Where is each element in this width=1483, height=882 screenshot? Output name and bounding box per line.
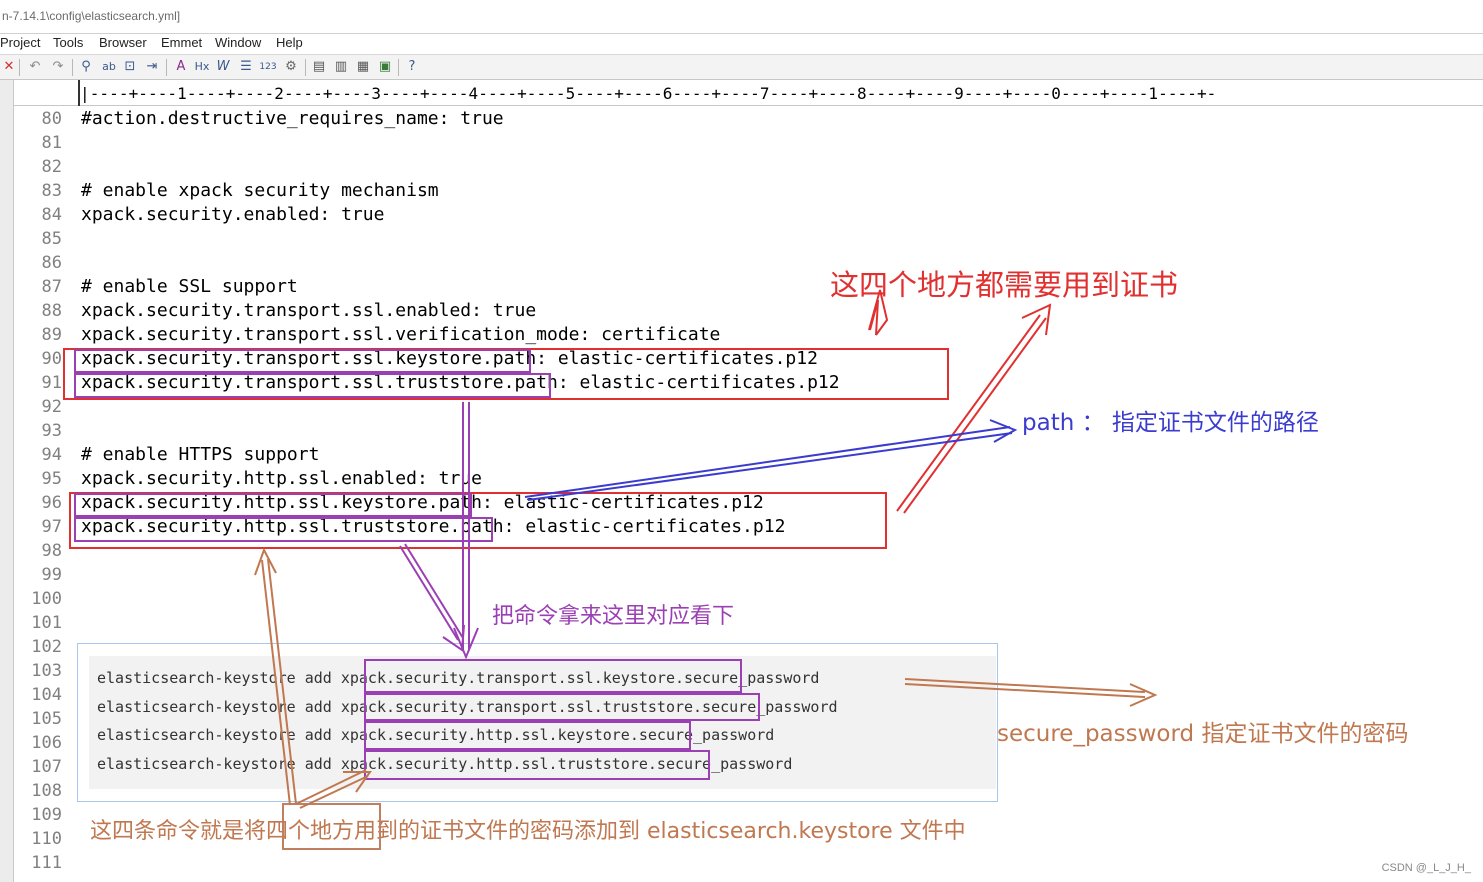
transport-truststore-highlight <box>74 373 551 398</box>
menu-window[interactable]: Window <box>215 35 261 50</box>
cmd-transport-truststore-highlight <box>364 693 760 721</box>
line-number: 98 <box>41 541 62 561</box>
line-number: 88 <box>41 301 62 321</box>
line-number: 80 <box>41 109 62 129</box>
code-line-88: xpack.security.transport.ssl.enabled: tr… <box>81 300 537 321</box>
window-title: n-7.14.1\config\elasticsearch.yml] <box>2 9 181 23</box>
code-line-89: xpack.security.transport.ssl.verificatio… <box>81 324 721 345</box>
ruler-toggle-icon[interactable]: ☰ <box>237 59 255 75</box>
menu-bar: Project Tools Browser Emmet Window Help <box>0 34 1483 54</box>
four-places-highlight <box>282 803 381 850</box>
indent-icon[interactable]: ⇥ <box>143 59 161 75</box>
panel-2-icon[interactable]: ▥ <box>332 59 350 75</box>
html-icon[interactable]: Hx <box>193 59 211 75</box>
line-number: 85 <box>41 229 62 249</box>
line-number: 92 <box>41 397 62 417</box>
code-line-83: # enable xpack security mechanism <box>81 180 439 201</box>
menu-help[interactable]: Help <box>276 35 303 50</box>
line-number: 106 <box>31 733 62 753</box>
code-line-84: xpack.security.enabled: true <box>81 204 385 225</box>
line-number: 81 <box>41 133 62 153</box>
line-number: 99 <box>41 565 62 585</box>
line-number: 94 <box>41 445 62 465</box>
line-number: 102 <box>31 637 62 657</box>
blue-arrow <box>524 419 1018 501</box>
line-number: 95 <box>41 469 62 489</box>
line-number: 82 <box>41 157 62 177</box>
line-number: 103 <box>31 661 62 681</box>
http-keystore-highlight <box>74 493 472 517</box>
line-numbers-icon[interactable]: 123 <box>259 59 277 75</box>
line-number: 91 <box>41 373 62 393</box>
code-line-95: xpack.security.http.ssl.enabled: true <box>81 468 482 489</box>
menu-emmet[interactable]: Emmet <box>161 35 202 50</box>
code-line-87: # enable SSL support <box>81 276 298 297</box>
toolbar: ✕ ↶ ↷ ⚲ ab ⊡ ⇥ A Hx W ☰ 123 ⚙ ▤ ▥ ▦ ▣ ? <box>0 54 1483 80</box>
line-number: 104 <box>31 685 62 705</box>
line-number: 100 <box>31 589 62 609</box>
compare-note: 把命令拿来这里对应看下 <box>492 604 735 629</box>
font-icon[interactable]: A <box>172 59 190 75</box>
code-line-80: #action.destructive_requires_name: true <box>81 108 504 129</box>
line-number: 90 <box>41 349 62 369</box>
line-number: 109 <box>31 805 62 825</box>
watermark: CSDN @_L_J_H_ <box>1381 862 1471 874</box>
cmd-http-keystore-highlight <box>364 721 691 750</box>
panel-3-icon[interactable]: ▦ <box>354 59 372 75</box>
bottom-note: 这四条命令就是将四个地方用到的证书文件的密码添加到 elasticsearch.… <box>90 819 966 844</box>
cmd-http-truststore-highlight <box>364 750 710 780</box>
redo-icon[interactable]: ↷ <box>50 59 66 75</box>
secure-password-note: secure_password 指定证书文件的密码 <box>997 721 1409 747</box>
line-number: 97 <box>41 517 62 537</box>
red-arrow-diag <box>896 314 1041 512</box>
ruler-marks: |----+----1----+----2----+----3----+----… <box>80 84 1217 103</box>
line-number: 96 <box>41 493 62 513</box>
line-number: 101 <box>31 613 62 633</box>
menu-tools[interactable]: Tools <box>53 35 83 50</box>
line-number: 110 <box>31 829 62 849</box>
line-number: 83 <box>41 181 62 201</box>
find-icon[interactable]: ⚲ <box>78 59 94 75</box>
red-arrows <box>868 289 1052 514</box>
line-number: 86 <box>41 253 62 273</box>
close-icon[interactable]: ✕ <box>2 59 16 75</box>
line-number: 108 <box>31 781 62 801</box>
panel-4-icon[interactable]: ▣ <box>376 59 394 75</box>
red-arrow-up <box>869 299 879 336</box>
line-number: 105 <box>31 709 62 729</box>
left-gutter <box>0 80 14 882</box>
undo-icon[interactable]: ↶ <box>27 59 43 75</box>
settings-icon[interactable]: ⚙ <box>282 59 300 75</box>
http-truststore-highlight <box>74 517 493 542</box>
line-number: 93 <box>41 421 62 441</box>
line-number: 89 <box>41 325 62 345</box>
four-places-note: 这四个地方都需要用到证书 <box>830 268 1179 302</box>
word-wrap-icon[interactable]: W <box>215 59 231 75</box>
title-bar: n-7.14.1\config\elasticsearch.yml] <box>0 0 1483 34</box>
path-note: path ： 指定证书文件的路径 <box>1022 410 1319 436</box>
line-number: 84 <box>41 205 62 225</box>
line-number: 107 <box>31 757 62 777</box>
transport-keystore-highlight <box>74 349 531 373</box>
red-arrow-diag-head <box>1021 303 1052 336</box>
code-line-94: # enable HTTPS support <box>81 444 320 465</box>
help-icon[interactable]: ? <box>403 59 421 75</box>
column-ruler: |----+----1----+----2----+----3----+----… <box>14 80 1483 106</box>
find-in-files-icon[interactable]: ⊡ <box>122 59 138 75</box>
line-number: 111 <box>31 853 62 873</box>
menu-project[interactable]: Project <box>0 35 40 50</box>
panel-1-icon[interactable]: ▤ <box>310 59 328 75</box>
line-number: 87 <box>41 277 62 297</box>
replace-icon[interactable]: ab <box>100 59 118 75</box>
cmd-transport-keystore-highlight <box>364 659 742 693</box>
menu-browser[interactable]: Browser <box>99 35 147 50</box>
